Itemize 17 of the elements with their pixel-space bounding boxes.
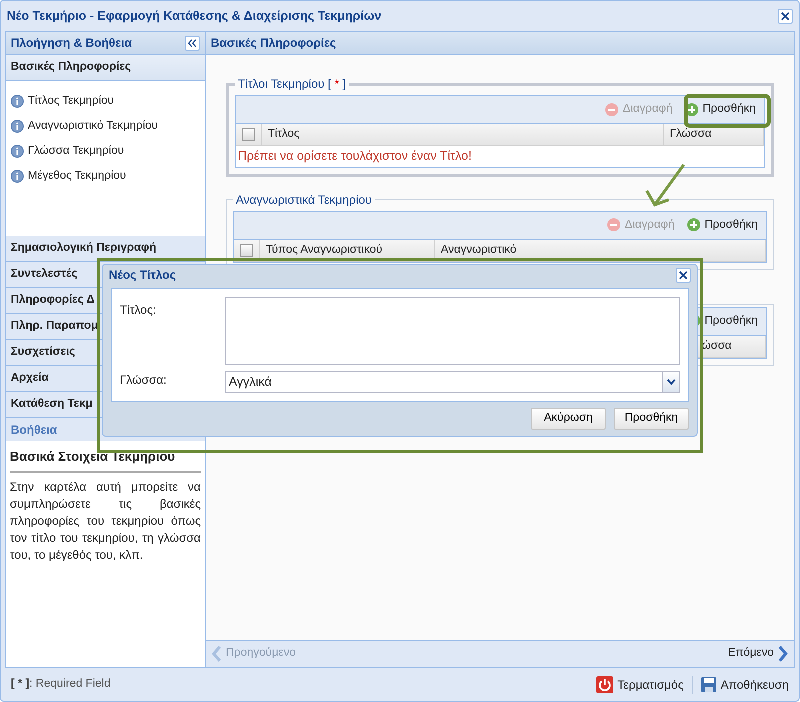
required-field-note: [ * ]: Required Field — [11, 676, 111, 692]
fieldset-legend: Αναγνωριστικά Τεκμηρίου — [233, 190, 375, 209]
field-label: Τίτλος: — [120, 302, 158, 319]
column-header: Τίτλος — [268, 126, 300, 142]
panel-title: Βασικές Πληροφορίες — [211, 35, 336, 52]
column-header: Τύπος Αναγνωριστικού — [266, 242, 383, 258]
dialog-title: Νέος Τίτλος — [109, 267, 176, 284]
column-header: ώσσα — [702, 338, 732, 354]
field-label: Γλώσσα: — [120, 372, 168, 389]
help-text: Στην καρτέλα αυτή μπορείτε να συμπληρώσετε τις βασικές πληροφορίες του τεκμηρίου όπως τον τίτλο του τεκμηρίου, τη γλώσσα του, το μέγεθός του, κλπ. — [10, 478, 201, 564]
column-header: Αναγνωριστικό — [441, 242, 517, 258]
validation-message: Πρέπει να ορίσετε τουλάχιστον έναν Τίτλο! — [236, 146, 764, 167]
window-title: Νέο Τεκμήριο - Εφαρμογή Κατάθεσης & Διαχείρισης Τεκμηρίων — [7, 8, 382, 25]
column-header: Γλώσσα — [670, 126, 712, 142]
help-title: Βασικά Στοιχεία Τεκμηρίου — [10, 447, 201, 472]
panel-title: Πλοήγηση & Βοήθεια — [11, 35, 132, 52]
fieldset-legend: Τίτλοι Τεκμηρίου [ * ] — [235, 75, 350, 93]
